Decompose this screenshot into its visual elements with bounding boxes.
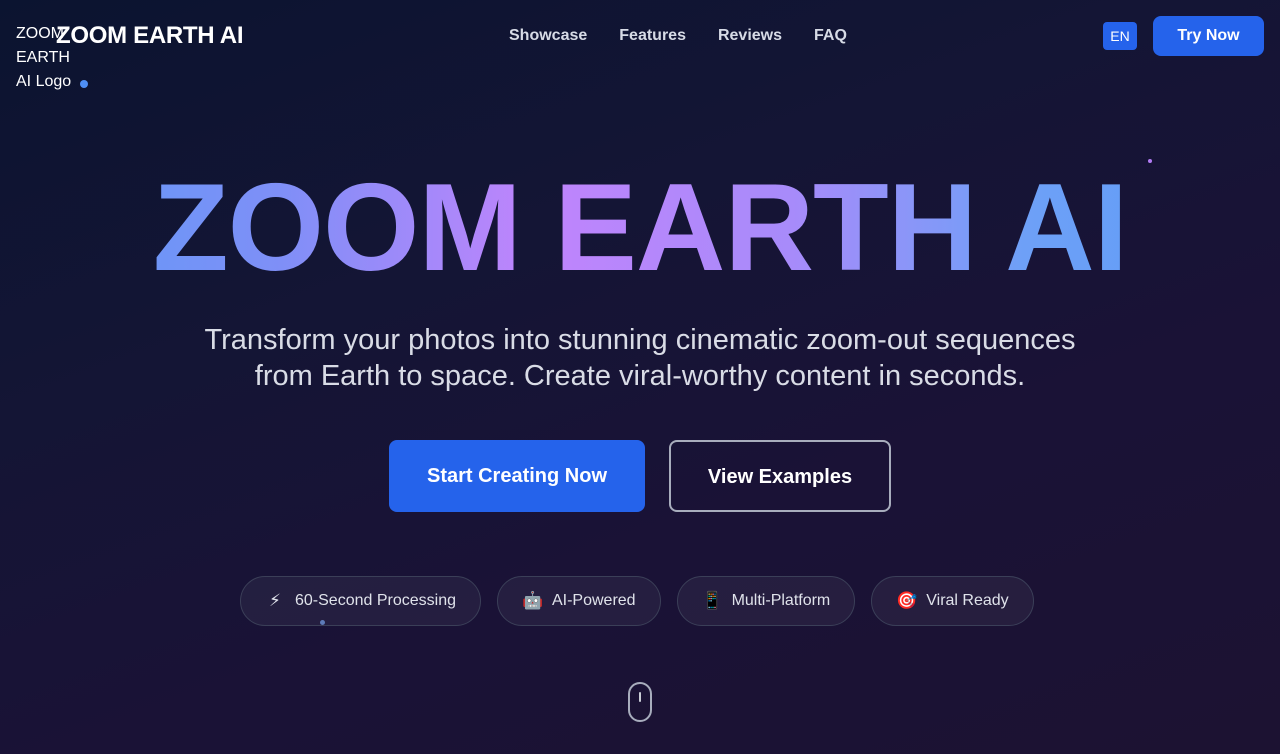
feature-pill-label: Multi-Platform — [731, 592, 831, 609]
try-now-button[interactable]: Try Now — [1153, 16, 1264, 56]
nav-link-features[interactable]: Features — [619, 26, 686, 48]
hero-subtitle: Transform your photos into stunning cine… — [190, 322, 1090, 394]
start-creating-button[interactable]: Start Creating Now — [389, 440, 645, 512]
feature-pill-ai: 🤖 AI-Powered — [496, 576, 661, 626]
feature-pills: ⚡ 60-Second Processing 🤖 AI-Powered 📱 Mu… — [240, 576, 1034, 626]
feature-pill-viral: 🎯 Viral Ready — [871, 576, 1034, 626]
decorative-star-dot — [80, 80, 88, 88]
scroll-mouse-icon[interactable] — [628, 682, 652, 722]
feature-pill-label: 60-Second Processing — [295, 592, 456, 609]
feature-pill-label: Viral Ready — [926, 592, 1009, 609]
hero-subtitle-line-2: from Earth to space. Create viral-worthy… — [254, 360, 1026, 392]
decorative-star-dot — [1148, 159, 1152, 163]
robot-icon: 🤖 — [521, 591, 544, 610]
nav-link-showcase[interactable]: Showcase — [509, 26, 587, 48]
feature-pill-processing: ⚡ 60-Second Processing — [240, 576, 481, 626]
target-icon: 🎯 — [896, 591, 918, 610]
language-button[interactable]: EN — [1103, 22, 1137, 50]
logo-text[interactable]: ZOOM EARTH AI — [56, 22, 244, 50]
scroll-wheel — [639, 692, 641, 702]
decorative-star-dot — [320, 620, 325, 625]
mobile-phone-icon: 📱 — [701, 591, 723, 610]
hero-subtitle-line-1: Transform your photos into stunning cine… — [204, 324, 1076, 356]
view-examples-button[interactable]: View Examples — [669, 440, 891, 512]
nav-link-faq[interactable]: FAQ — [814, 26, 847, 48]
feature-pill-label: AI-Powered — [551, 592, 636, 609]
lightning-icon: ⚡ — [269, 591, 281, 610]
main-nav: Showcase Features Reviews FAQ — [509, 26, 847, 48]
hero-title: ZOOM EARTH AI — [0, 166, 1280, 290]
feature-pill-platform: 📱 Multi-Platform — [676, 576, 856, 626]
nav-link-reviews[interactable]: Reviews — [718, 26, 782, 48]
